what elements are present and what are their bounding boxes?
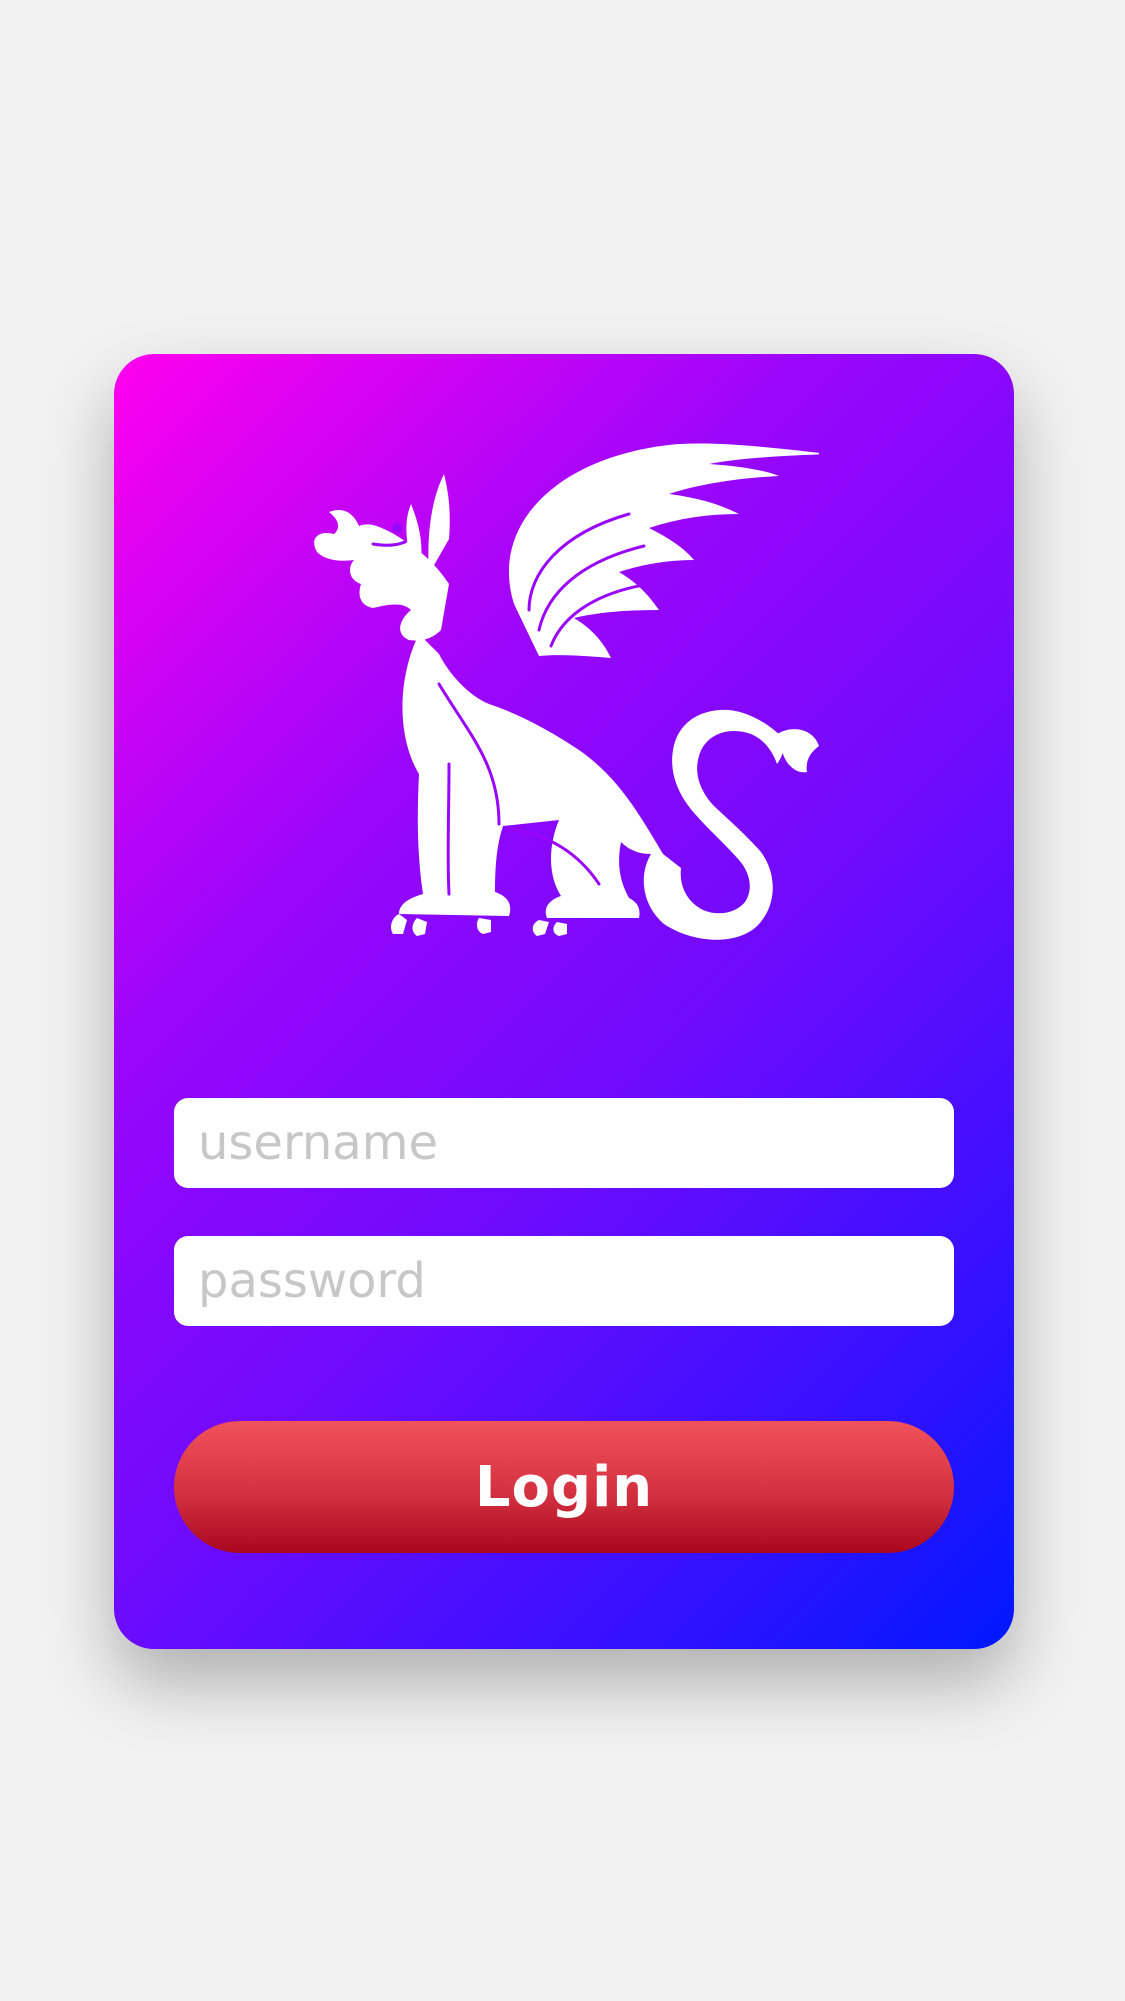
winged-dragon-icon (314, 443, 819, 940)
password-input[interactable] (174, 1236, 954, 1326)
login-card: Login (114, 354, 1014, 1649)
login-button[interactable]: Login (174, 1421, 954, 1553)
username-input[interactable] (174, 1098, 954, 1188)
